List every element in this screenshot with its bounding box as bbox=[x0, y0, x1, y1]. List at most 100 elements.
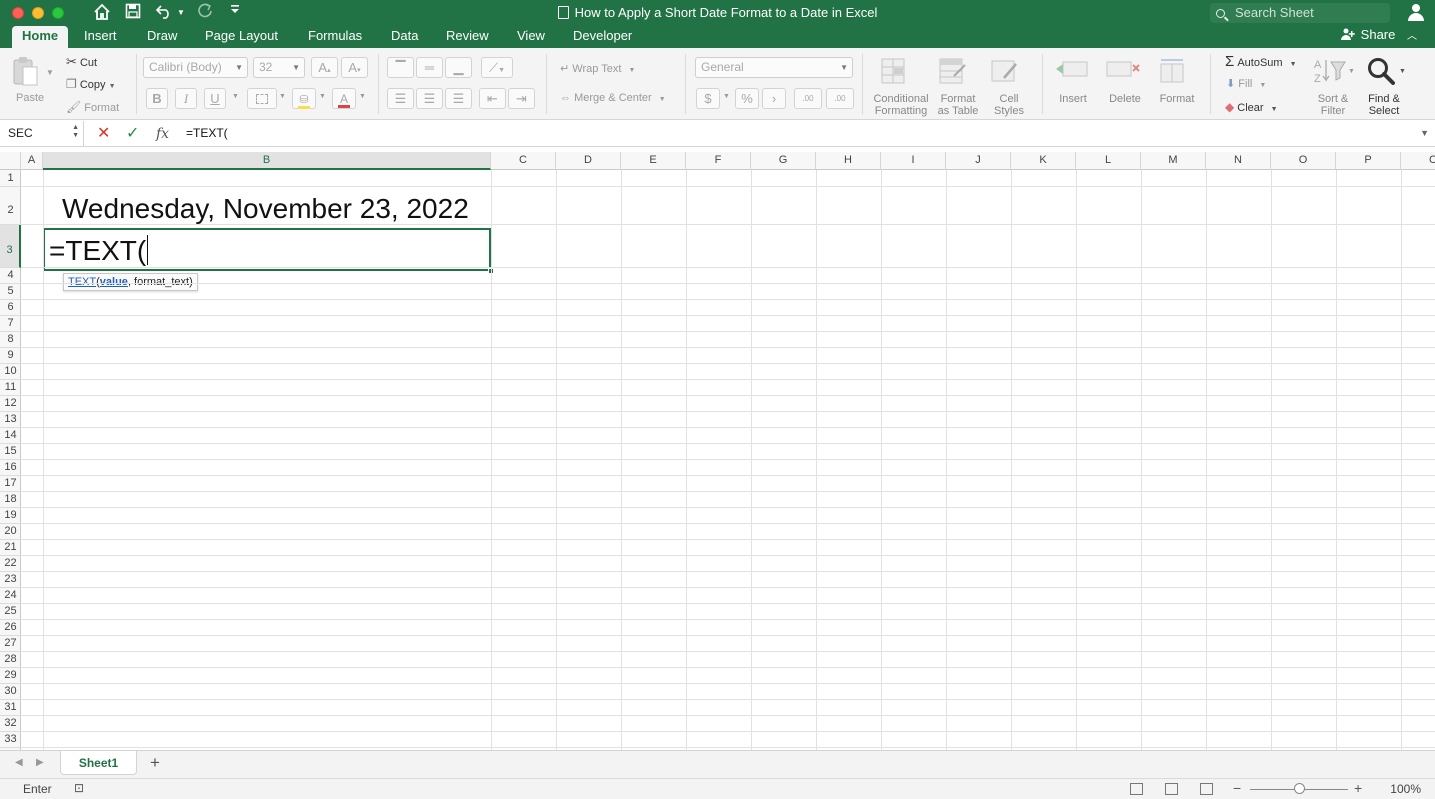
copy-button[interactable]: ❐ Copy ▼ bbox=[66, 77, 116, 91]
row-header[interactable]: 25 bbox=[0, 604, 21, 620]
sort-filter-dropdown-icon[interactable]: ▼ bbox=[1348, 68, 1355, 75]
column-header[interactable]: B bbox=[43, 152, 491, 170]
comma-style-button[interactable]: › bbox=[762, 88, 786, 109]
currency-dropdown-icon[interactable]: ▼ bbox=[723, 93, 730, 100]
column-header[interactable]: O bbox=[1271, 152, 1336, 170]
row-header[interactable]: 17 bbox=[0, 476, 21, 492]
percent-button[interactable]: % bbox=[735, 88, 759, 109]
row-header[interactable]: 21 bbox=[0, 540, 21, 556]
font-size-dropdown[interactable]: 32 ▼ bbox=[253, 57, 305, 78]
insert-function-button[interactable]: fx bbox=[156, 123, 169, 145]
row-header[interactable]: 29 bbox=[0, 668, 21, 684]
home-icon[interactable] bbox=[92, 3, 112, 23]
fill-color-button[interactable]: ⛁ bbox=[292, 88, 316, 109]
format-as-table-label[interactable]: Format as Table bbox=[930, 93, 986, 117]
row-header[interactable]: 14 bbox=[0, 428, 21, 444]
align-top-button[interactable]: ▔ bbox=[387, 57, 414, 78]
row-header[interactable]: 12 bbox=[0, 396, 21, 412]
page-layout-view-icon[interactable] bbox=[1165, 783, 1178, 795]
worksheet-grid[interactable]: A B C D E F G H I J K L M N O P C 123456… bbox=[0, 152, 1435, 750]
format-painter-button[interactable]: 🖌 Format bbox=[66, 100, 119, 114]
align-center-button[interactable]: ☰ bbox=[416, 88, 443, 109]
insert-cells-label[interactable]: Insert bbox=[1050, 93, 1096, 105]
currency-button[interactable]: $ bbox=[696, 88, 720, 109]
column-header[interactable]: F bbox=[686, 152, 751, 170]
tab-page-layout[interactable]: Page Layout bbox=[195, 26, 288, 48]
column-header[interactable]: P bbox=[1336, 152, 1401, 170]
row-header[interactable]: 8 bbox=[0, 332, 21, 348]
redo-icon[interactable] bbox=[196, 3, 214, 23]
format-as-table-icon[interactable] bbox=[938, 56, 968, 86]
row-header[interactable]: 9 bbox=[0, 348, 21, 364]
borders-dropdown-icon[interactable]: ▼ bbox=[279, 93, 286, 100]
borders-button[interactable] bbox=[247, 88, 277, 109]
column-header[interactable]: N bbox=[1206, 152, 1271, 170]
format-cells-icon[interactable] bbox=[1158, 56, 1188, 86]
undo-dropdown-icon[interactable]: ▼ bbox=[176, 3, 186, 23]
cancel-entry-button[interactable]: ✕ bbox=[97, 123, 110, 145]
row-header[interactable]: 32 bbox=[0, 716, 21, 732]
tab-formulas[interactable]: Formulas bbox=[298, 26, 372, 48]
select-all-corner[interactable] bbox=[0, 152, 21, 170]
row-header[interactable]: 6 bbox=[0, 300, 21, 316]
row-header[interactable]: 18 bbox=[0, 492, 21, 508]
row-header[interactable]: 33 bbox=[0, 732, 21, 748]
tab-review[interactable]: Review bbox=[436, 26, 499, 48]
column-header[interactable]: I bbox=[881, 152, 946, 170]
row-header[interactable]: 11 bbox=[0, 380, 21, 396]
row-header[interactable]: 13 bbox=[0, 412, 21, 428]
column-header[interactable]: K bbox=[1011, 152, 1076, 170]
tab-insert[interactable]: Insert bbox=[74, 26, 127, 48]
row-header[interactable]: 1 bbox=[0, 170, 21, 187]
font-color-button[interactable]: A bbox=[332, 88, 356, 109]
insert-cells-icon[interactable] bbox=[1055, 58, 1088, 88]
decrease-font-size-button[interactable]: A▾ bbox=[341, 57, 368, 78]
row-header[interactable]: 19 bbox=[0, 508, 21, 524]
conditional-formatting-icon[interactable] bbox=[880, 56, 910, 86]
column-header[interactable]: A bbox=[21, 152, 43, 170]
window-close-button[interactable] bbox=[12, 7, 24, 19]
collapse-ribbon-icon[interactable]: ︿ bbox=[1407, 31, 1417, 42]
zoom-slider-handle[interactable] bbox=[1294, 783, 1305, 794]
increase-decimal-button[interactable]: .00 bbox=[794, 88, 822, 109]
sort-filter-label[interactable]: Sort & Filter bbox=[1308, 93, 1358, 117]
paste-label[interactable]: Paste bbox=[16, 92, 44, 104]
tooltip-function-link[interactable]: TEXT bbox=[68, 276, 96, 288]
window-maximize-button[interactable] bbox=[52, 7, 64, 19]
undo-icon[interactable] bbox=[155, 3, 173, 23]
tab-data[interactable]: Data bbox=[381, 26, 428, 48]
row-header[interactable]: 22 bbox=[0, 556, 21, 572]
customize-toolbar-icon[interactable] bbox=[228, 3, 242, 23]
increase-font-size-button[interactable]: A▴ bbox=[311, 57, 338, 78]
column-header[interactable]: C bbox=[491, 152, 556, 170]
add-sheet-button[interactable]: + bbox=[150, 753, 160, 773]
font-color-dropdown-icon[interactable]: ▼ bbox=[359, 93, 366, 100]
window-minimize-button[interactable] bbox=[32, 7, 44, 19]
tab-developer[interactable]: Developer bbox=[563, 26, 642, 48]
wrap-text-button[interactable]: ↵ Wrap Text ▼ bbox=[560, 62, 635, 75]
decrease-decimal-button[interactable]: .00 bbox=[826, 88, 854, 109]
align-right-button[interactable]: ☰ bbox=[445, 88, 472, 109]
prev-sheet-icon[interactable]: ◀ bbox=[15, 757, 23, 768]
font-name-dropdown[interactable]: Calibri (Body) ▼ bbox=[143, 57, 248, 78]
next-sheet-icon[interactable]: ▶ bbox=[36, 757, 44, 768]
zoom-in-icon[interactable]: + bbox=[1354, 780, 1362, 796]
align-middle-button[interactable]: ═ bbox=[416, 57, 443, 78]
find-select-label[interactable]: Find & Select bbox=[1360, 93, 1408, 117]
row-header[interactable]: 15 bbox=[0, 444, 21, 460]
row-header[interactable]: 3 bbox=[0, 225, 21, 268]
sort-filter-icon[interactable]: AZ bbox=[1313, 56, 1346, 86]
find-select-icon[interactable] bbox=[1366, 56, 1396, 86]
merge-center-button[interactable]: ⇔ Merge & Center ▼ bbox=[560, 92, 666, 104]
column-header[interactable]: L bbox=[1076, 152, 1141, 170]
tab-draw[interactable]: Draw bbox=[137, 26, 187, 48]
conditional-formatting-label[interactable]: Conditional Formatting bbox=[868, 93, 934, 117]
row-header[interactable]: 7 bbox=[0, 316, 21, 332]
format-cells-label[interactable]: Format bbox=[1152, 93, 1202, 105]
increase-indent-button[interactable]: ⇥ bbox=[508, 88, 535, 109]
paste-dropdown-icon[interactable]: ▼ bbox=[46, 68, 54, 77]
page-break-view-icon[interactable] bbox=[1200, 783, 1213, 795]
paste-icon[interactable] bbox=[11, 56, 41, 86]
expand-formula-bar-icon[interactable]: ▼ bbox=[1420, 121, 1429, 146]
fill-color-dropdown-icon[interactable]: ▼ bbox=[319, 93, 326, 100]
